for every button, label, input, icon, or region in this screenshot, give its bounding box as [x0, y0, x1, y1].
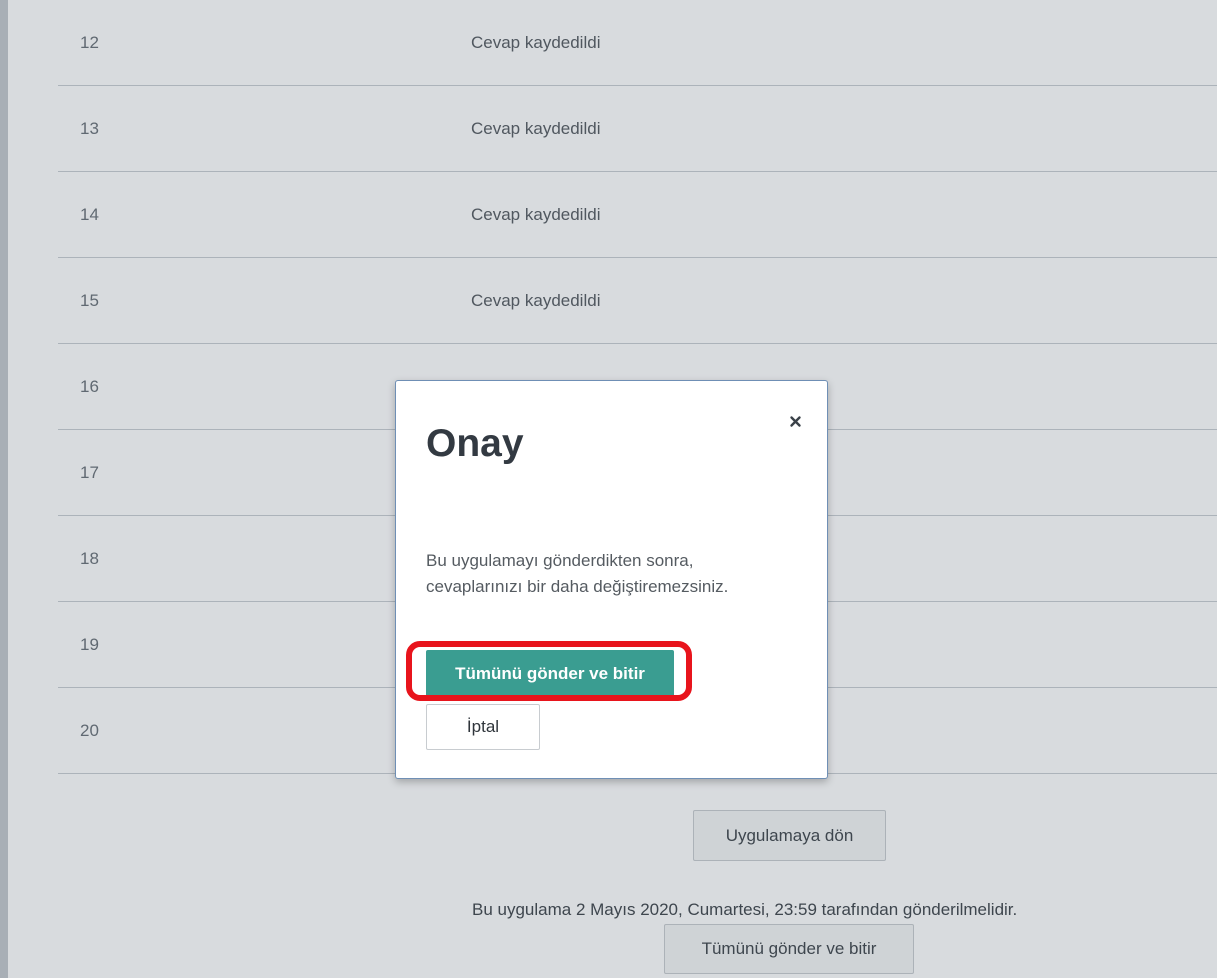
close-icon — [784, 409, 808, 433]
cancel-button[interactable]: İptal — [426, 704, 540, 750]
close-button[interactable] — [784, 409, 808, 433]
dialog-title: Onay — [426, 422, 524, 465]
dialog-message: Bu uygulamayı gönderdikten sonra, cevapl… — [426, 551, 729, 596]
confirm-submit-button[interactable]: Tümünü gönder ve bitir — [426, 650, 674, 698]
confirmation-dialog: Onay Bu uygulamayı gönderdikten sonra, c… — [395, 380, 828, 779]
